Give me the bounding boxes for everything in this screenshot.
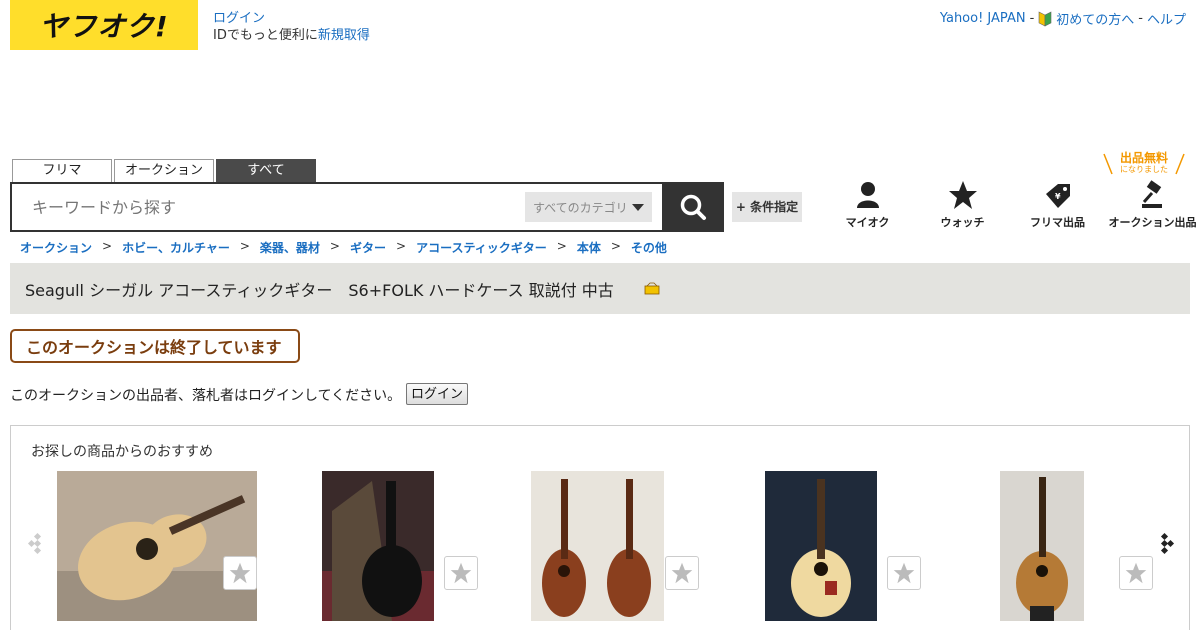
beginner-mark-icon <box>1038 11 1052 26</box>
watch-button[interactable] <box>223 556 257 590</box>
auction-ended-text: このオークションは終了しています <box>26 338 282 357</box>
watch-button[interactable] <box>887 556 921 590</box>
item-title: Seagull シーガル アコースティックギター S6+FOLK ハードケース … <box>25 280 614 300</box>
signup-link[interactable]: 新規取得 <box>318 28 370 43</box>
search-input[interactable] <box>12 185 525 229</box>
separator: - <box>1029 11 1035 26</box>
nav-auction-sell[interactable]: オークション出品 <box>1105 180 1200 230</box>
star-icon <box>948 181 977 209</box>
watch-button[interactable] <box>444 556 478 590</box>
svg-text:¥: ¥ <box>1055 192 1061 201</box>
breadcrumb-item[interactable]: ホビー、カルチャー <box>122 239 230 256</box>
breadcrumb-separator: > <box>610 239 621 253</box>
yahuoku-logo[interactable]: ヤフオク! <box>10 0 198 50</box>
breadcrumb-item[interactable]: オークション <box>20 239 92 256</box>
help-link[interactable]: ヘルプ <box>1147 9 1186 28</box>
auction-ended-notice: このオークションは終了しています <box>10 329 300 363</box>
recommendations-title: お探しの商品からのおすすめ <box>31 444 213 460</box>
item-title-bar: Seagull シーガル アコースティックギター S6+FOLK ハードケース … <box>10 263 1190 314</box>
breadcrumb-separator: > <box>556 239 567 253</box>
breadcrumb-separator: > <box>329 239 340 253</box>
recommendations-panel: お探しの商品からのおすすめ <box>10 425 1190 630</box>
beginners-link[interactable]: 初めての方へ <box>1056 9 1134 28</box>
search-tabs: フリマ オークション すべて <box>12 159 316 183</box>
nav-watch-label: ウォッチ <box>940 216 985 229</box>
breadcrumb-item[interactable]: ギター <box>350 239 386 256</box>
free-badge-deco-icon <box>1103 153 1185 175</box>
login-button[interactable]: ログイン <box>406 383 469 405</box>
product-photo[interactable] <box>322 471 434 621</box>
separator: - <box>1138 11 1143 26</box>
breadcrumb-separator: > <box>102 239 113 253</box>
breadcrumb-separator: > <box>239 239 250 253</box>
breadcrumb-item[interactable]: 本体 <box>577 239 601 256</box>
star-icon <box>893 562 915 584</box>
star-icon <box>1125 562 1147 584</box>
login-note: IDでもっと便利に <box>213 28 318 43</box>
category-select-label: すべてのカテゴリ <box>533 200 628 215</box>
nav-myauction-label: マイオク <box>845 216 890 229</box>
gavel-icon <box>1141 180 1162 208</box>
watch-button[interactable] <box>1119 556 1153 590</box>
breadcrumb-item[interactable]: その他 <box>631 239 667 256</box>
chevron-down-icon <box>632 203 644 211</box>
star-icon <box>671 562 693 584</box>
star-icon <box>450 562 472 584</box>
breadcrumb-item[interactable]: アコースティックギター <box>416 239 547 256</box>
nav-myauction[interactable]: マイオク <box>820 180 915 230</box>
login-block: ログイン IDでもっと便利に新規取得 <box>213 10 370 44</box>
nav-watch[interactable]: ウォッチ <box>915 180 1010 230</box>
carousel-prev-icon[interactable] <box>26 530 46 558</box>
breadcrumb: オークション > ホビー、カルチャー > 楽器、器材 > ギター > アコーステ… <box>20 239 667 256</box>
price-tag-icon: ¥ <box>1045 184 1070 208</box>
search-box: すべてのカテゴリ <box>10 182 724 232</box>
nav-auction-sell-label: オークション出品 <box>1108 216 1197 229</box>
nav-flea-market-sell[interactable]: ¥ フリマ出品 <box>1010 180 1105 230</box>
nav-icons: マイオク ウォッチ ¥ フリマ出品 オークション出品 <box>820 180 1200 230</box>
top-links: Yahoo! JAPAN - 初めての方へ - ヘルプ <box>940 9 1186 28</box>
new-item-badge-icon <box>644 282 660 294</box>
tab-flea-market[interactable]: フリマ <box>12 159 112 183</box>
logo-text: ヤフオク! <box>39 10 169 43</box>
yahoo-japan-link[interactable]: Yahoo! JAPAN <box>940 11 1026 26</box>
condition-button[interactable]: + 条件指定 <box>732 192 802 222</box>
product-photo[interactable] <box>57 471 257 621</box>
product-photo[interactable] <box>531 471 664 621</box>
watch-button[interactable] <box>665 556 699 590</box>
tab-auction[interactable]: オークション <box>114 159 214 183</box>
carousel-next-icon[interactable] <box>1156 530 1176 558</box>
user-icon <box>856 182 879 208</box>
category-select[interactable]: すべてのカテゴリ <box>525 192 652 222</box>
nav-flea-market-sell-label: フリマ出品 <box>1030 216 1085 229</box>
breadcrumb-item[interactable]: 楽器、器材 <box>260 239 320 256</box>
login-link[interactable]: ログイン <box>213 10 370 27</box>
seller-login-message: このオークションの出品者、落札者はログインしてください。 <box>10 388 402 404</box>
tab-all[interactable]: すべて <box>216 159 316 183</box>
breadcrumb-separator: > <box>396 239 407 253</box>
product-photo[interactable] <box>1000 471 1084 621</box>
search-button[interactable] <box>662 182 724 232</box>
search-icon <box>680 194 706 220</box>
star-icon <box>229 562 251 584</box>
product-photo[interactable] <box>765 471 877 621</box>
